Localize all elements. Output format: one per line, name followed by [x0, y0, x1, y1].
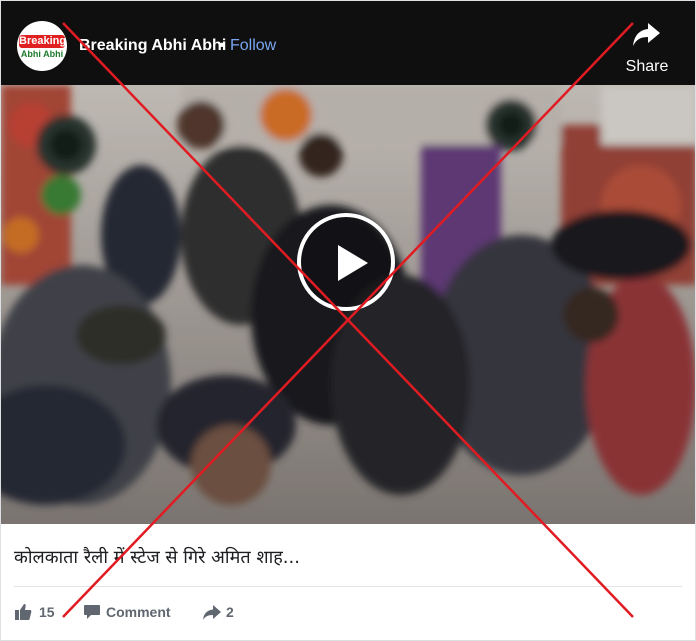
share-arrow-icon[interactable] [631, 21, 661, 47]
actions-divider [14, 586, 682, 587]
like-count: 15 [39, 604, 55, 620]
like-icon [15, 604, 32, 620]
page-avatar[interactable]: Breaking Abhi Abhi [17, 21, 67, 71]
like-button[interactable]: 15 [14, 600, 64, 624]
follow-button[interactable]: Follow [230, 36, 276, 56]
avatar-logo-text-line1: Breaking [19, 35, 67, 48]
play-icon [338, 245, 368, 281]
video-share-button[interactable]: Share [623, 57, 671, 77]
share-button[interactable]: 2 [202, 600, 252, 624]
video-header: Breaking Abhi Abhi Breaking Abhi Abhi • … [1, 1, 695, 85]
video-post-card: Breaking Abhi Abhi Breaking Abhi Abhi • … [0, 0, 696, 641]
video-player[interactable]: Breaking Abhi Abhi Breaking Abhi Abhi • … [1, 1, 695, 524]
comment-label: Comment [106, 604, 171, 620]
comment-icon [84, 605, 100, 619]
separator-dot: • [219, 37, 225, 54]
post-caption: कोलकाता रैली में स्टेज से गिरे अमित शाह.… [14, 547, 300, 568]
share-icon [203, 605, 221, 620]
share-count: 2 [226, 604, 234, 620]
play-button[interactable] [297, 213, 395, 311]
avatar-logo-text-line2: Abhi Abhi [20, 49, 64, 59]
comment-button[interactable]: Comment [83, 600, 183, 624]
page-name-link[interactable]: Breaking Abhi Abhi [79, 36, 226, 56]
